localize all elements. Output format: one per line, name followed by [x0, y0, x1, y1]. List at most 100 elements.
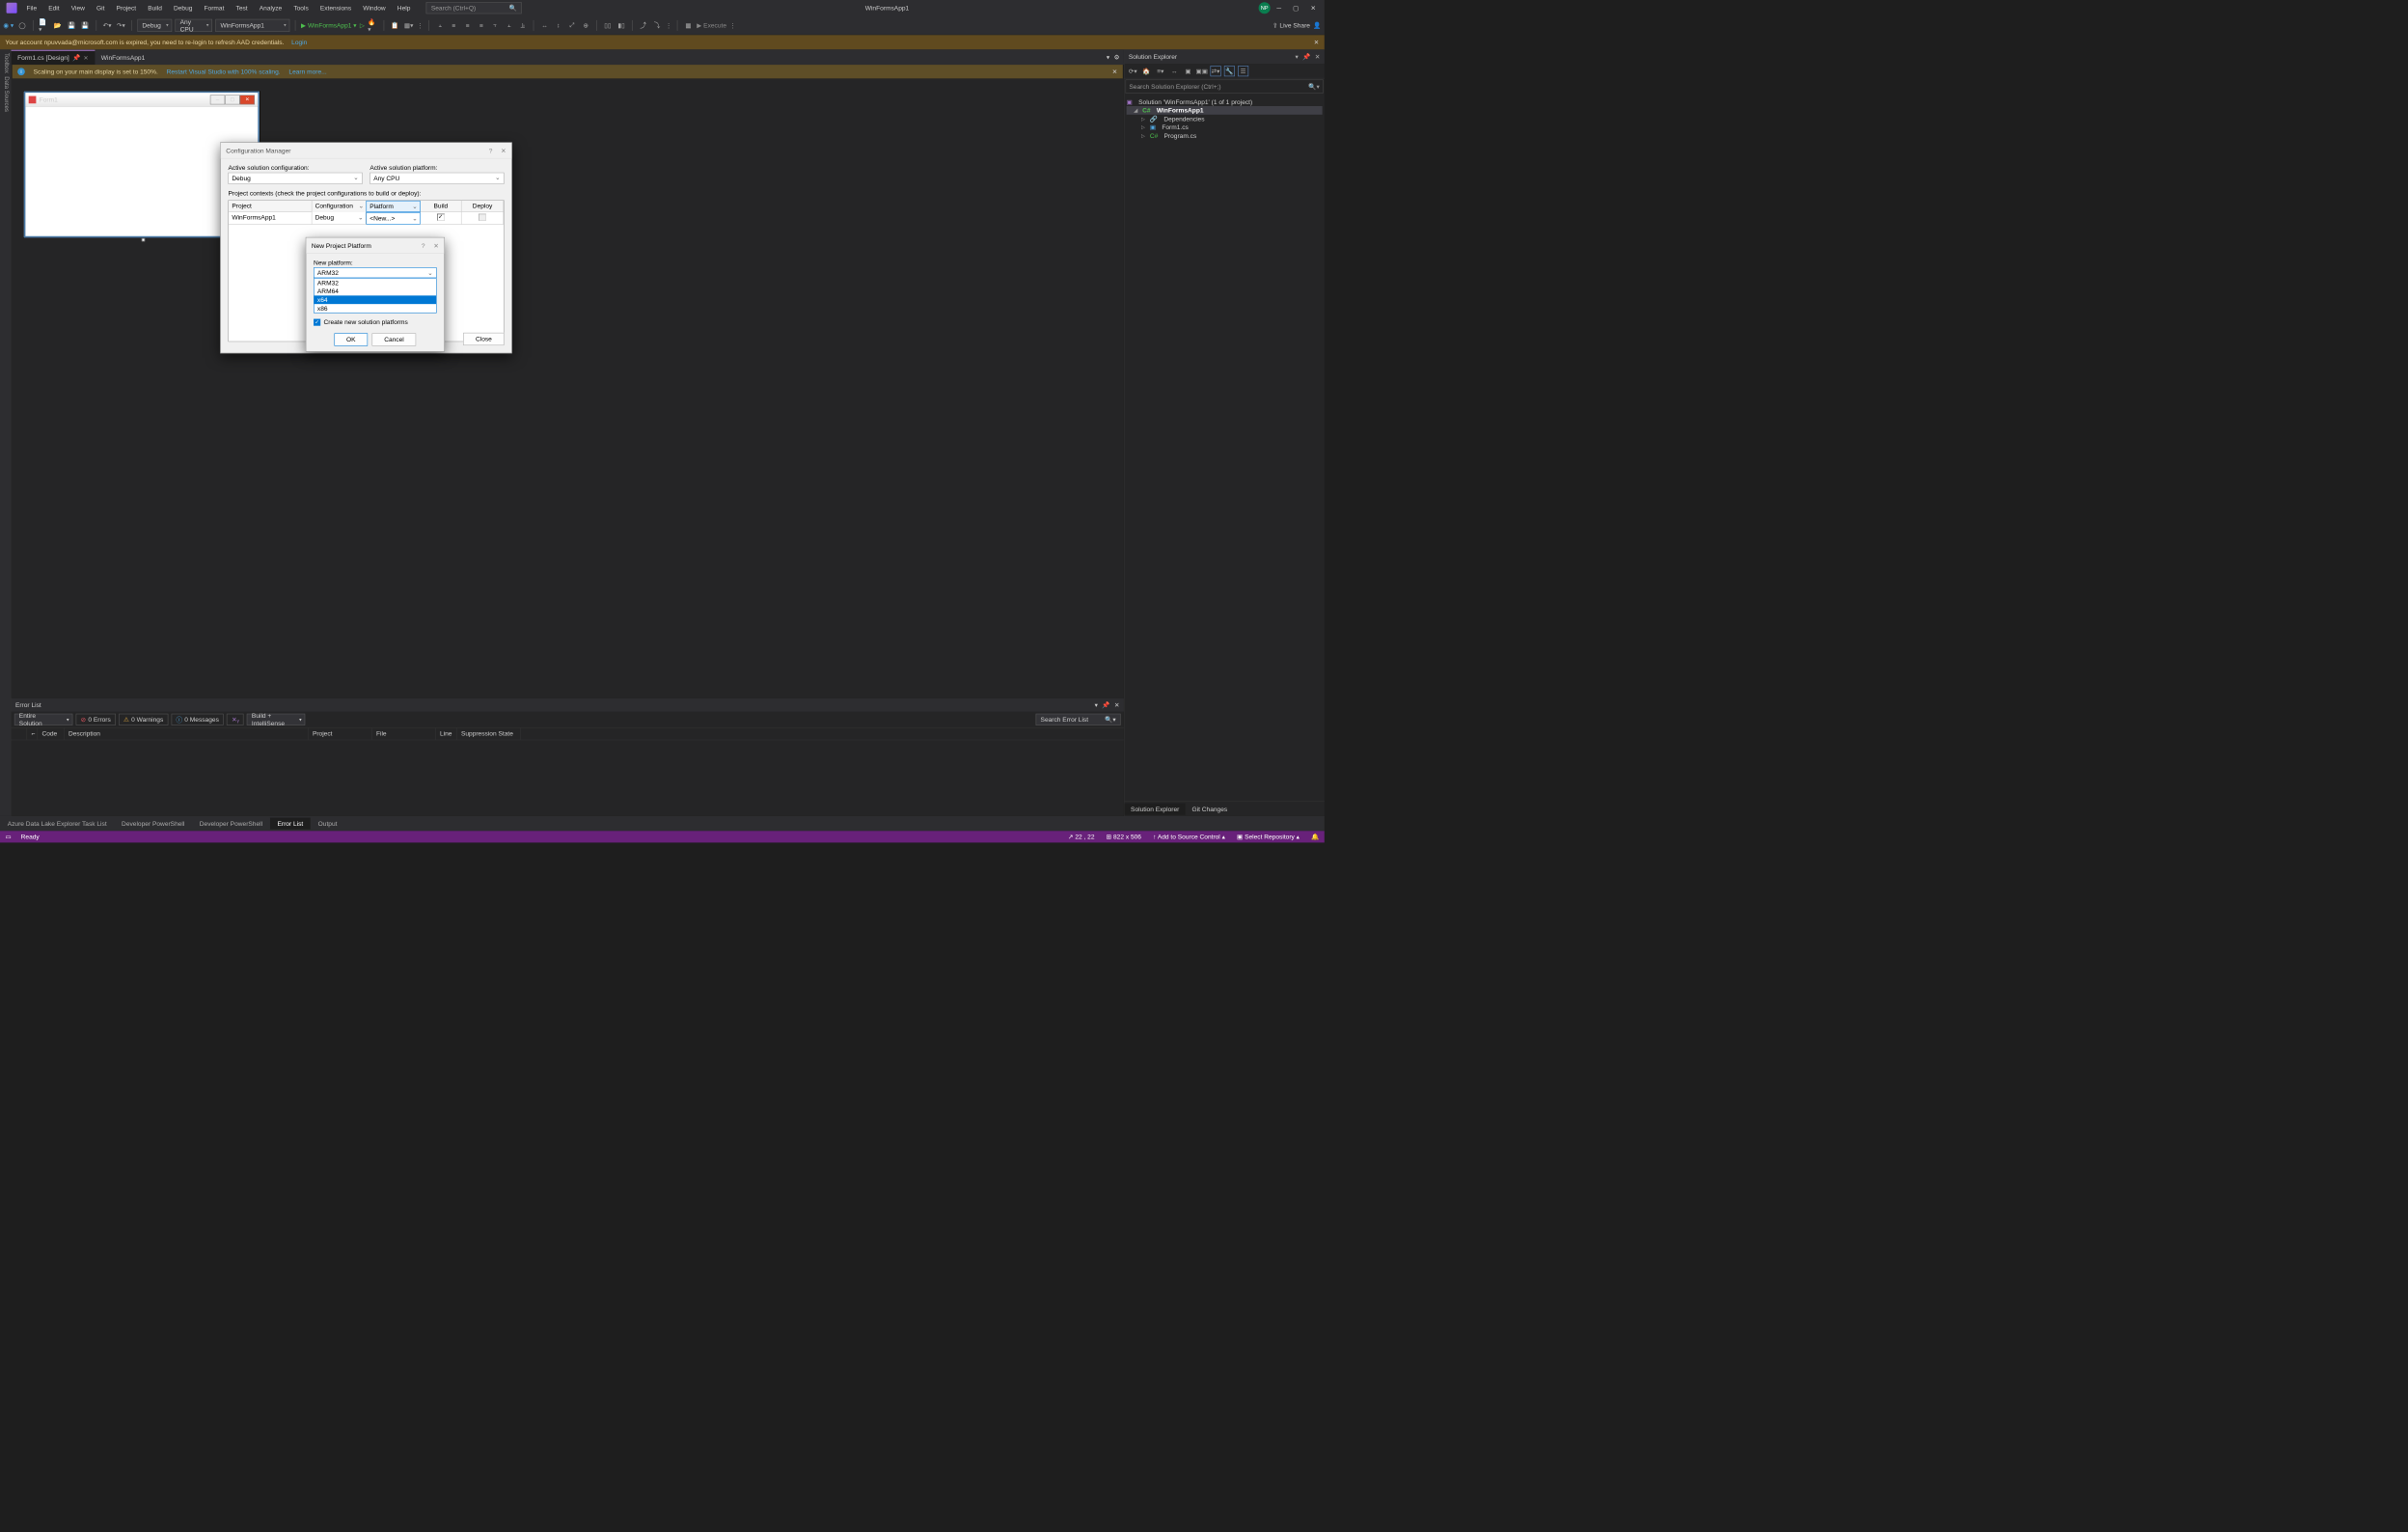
login-link[interactable]: Login [291, 39, 307, 46]
align-right-icon[interactable]: ≡ [476, 20, 486, 31]
panel-close-icon[interactable]: ✕ [1114, 701, 1120, 709]
align-bottom-icon[interactable]: ⫡ [517, 20, 528, 31]
active-files-icon[interactable]: ▾ [1107, 54, 1109, 62]
active-platform-dropdown[interactable]: Any CPU [369, 173, 504, 184]
errors-filter[interactable]: ⊘0 Errors [76, 714, 116, 725]
col-file[interactable]: File [372, 728, 436, 740]
cell-config-dropdown[interactable]: Debug [312, 212, 366, 225]
menu-tools[interactable]: Tools [288, 2, 314, 14]
panel-pin-icon[interactable]: 📌 [1102, 701, 1109, 709]
dialog-close-icon[interactable]: ✕ [501, 147, 506, 154]
align-center-icon[interactable]: ≡ [462, 20, 473, 31]
col-project[interactable]: Project [309, 728, 372, 740]
liveshare-icon[interactable]: ⇪ Live Share [1272, 21, 1310, 29]
show-all-icon[interactable]: ▣ [1183, 66, 1193, 76]
ok-button[interactable]: OK [334, 333, 368, 345]
close-icon[interactable]: ✕ [1310, 4, 1316, 12]
nav-back-icon[interactable]: ◉ ▾ [3, 20, 14, 31]
form1-node[interactable]: ▷▣ Form1.cs [1127, 123, 1323, 132]
align-left-icon[interactable]: ≡ [449, 20, 459, 31]
order-front-icon[interactable]: ▮▯ [616, 20, 627, 31]
settings-icon[interactable]: ⚙ [1114, 54, 1120, 62]
cell-platform-dropdown[interactable]: <New...> [366, 212, 420, 225]
sync-icon[interactable]: ↔ [1169, 66, 1180, 76]
lock-icon[interactable]: ⤵ [652, 20, 663, 31]
new-platform-dropdown[interactable]: ARM32 [314, 267, 437, 278]
menu-file[interactable]: File [21, 2, 42, 14]
sql-icon[interactable]: ▦ [683, 20, 694, 31]
cell-deploy-checkbox[interactable] [462, 212, 504, 225]
tab-order-icon[interactable]: ⤴ [638, 20, 648, 31]
col-platform[interactable]: Platform [366, 201, 420, 212]
save-all-icon[interactable]: 💾 [80, 20, 91, 31]
menu-project[interactable]: Project [111, 2, 142, 14]
align-icon[interactable]: ⫠ [435, 20, 446, 31]
title-search[interactable]: Search (Ctrl+Q) 🔍 [426, 2, 522, 14]
solution-search[interactable]: Search Solution Explorer (Ctrl+;) 🔍▾ [1126, 80, 1324, 94]
col-code[interactable]: Code [38, 728, 65, 740]
select-repo[interactable]: ▣ Select Repository ▴ [1237, 834, 1300, 841]
minimize-icon[interactable]: ─ [1276, 4, 1281, 12]
warnings-filter[interactable]: ⚠0 Warnings [119, 714, 168, 725]
menu-window[interactable]: Window [358, 2, 391, 14]
banner-close-icon[interactable]: ✕ [1314, 39, 1320, 46]
col-icon[interactable] [12, 728, 28, 740]
np-titlebar[interactable]: New Project Platform ? ✕ [306, 237, 444, 253]
tab-solution-explorer[interactable]: Solution Explorer [1124, 803, 1185, 814]
save-icon[interactable]: 💾 [67, 20, 77, 31]
build-intellisense-dropdown[interactable]: Build + IntelliSense [247, 714, 306, 725]
home-icon[interactable]: 🏠 [1141, 66, 1152, 76]
col-marker[interactable]: ⌐ [27, 728, 38, 740]
align-top-icon[interactable]: ⫟ [490, 20, 501, 31]
col-build[interactable]: Build [421, 201, 462, 212]
refresh-icon[interactable]: ⟳▾ [1128, 66, 1138, 76]
toolbox-rail[interactable]: Toolbox Data Sources [0, 50, 12, 816]
menu-test[interactable]: Test [231, 2, 253, 14]
tab-error-list[interactable]: Error List [270, 818, 311, 830]
panel-close-icon[interactable]: ✕ [1315, 53, 1321, 61]
panel-dropdown-icon[interactable]: ▾ [1095, 701, 1098, 709]
menu-build[interactable]: Build [143, 2, 168, 14]
preview-icon[interactable]: ⇄▾ [1211, 66, 1221, 76]
execute-button[interactable]: ▶ Execute [697, 21, 726, 29]
form-designer[interactable]: Form1 ─ ▢ ✕ Configuration Manager ? [12, 78, 1124, 698]
program-node[interactable]: ▷C# Program.cs [1127, 131, 1323, 140]
spacing-v-icon[interactable]: ↕ [553, 20, 563, 31]
option-x86[interactable]: x86 [315, 304, 437, 313]
option-arm64[interactable]: ARM64 [315, 287, 437, 296]
center-icon[interactable]: ⊕ [581, 20, 591, 31]
notifications-icon[interactable]: 🔔 [1311, 834, 1319, 841]
scope-dropdown[interactable]: Entire Solution [14, 714, 73, 725]
menu-format[interactable]: Format [199, 2, 230, 14]
tab-dev-powershell[interactable]: Developer PowerShell [114, 818, 192, 830]
dependencies-node[interactable]: ▷🔗 Dependencies [1127, 115, 1323, 123]
menu-extensions[interactable]: Extensions [315, 2, 356, 14]
menu-git[interactable]: Git [92, 2, 110, 14]
dialog-titlebar[interactable]: Configuration Manager ? ✕ [221, 143, 511, 159]
redo-icon[interactable]: ↷▾ [116, 20, 126, 31]
menu-edit[interactable]: Edit [43, 2, 65, 14]
config-dropdown[interactable]: Debug [137, 19, 172, 32]
learn-more-link[interactable]: Learn more... [288, 68, 326, 75]
maximize-icon[interactable]: ▢ [1293, 4, 1299, 12]
tab-form1-design[interactable]: Form1.cs [Design] 📌 ✕ [12, 50, 96, 65]
col-project[interactable]: Project [229, 201, 312, 212]
tab-close-icon[interactable]: ✕ [84, 54, 89, 61]
pin-icon[interactable]: 📌 [72, 54, 80, 62]
close-button[interactable]: Close [463, 333, 504, 345]
new-item-icon[interactable]: 📄▾ [39, 20, 49, 31]
option-arm32[interactable]: ARM32 [315, 279, 437, 287]
help-icon[interactable]: ? [489, 147, 493, 154]
open-icon[interactable]: 📂 [52, 20, 63, 31]
cancel-button[interactable]: Cancel [372, 333, 417, 345]
properties-icon[interactable]: 🔧 [1224, 66, 1235, 76]
app-icon[interactable]: 📋 [390, 20, 400, 31]
layout-icon[interactable]: ▦▾ [403, 20, 414, 31]
feedback-icon[interactable]: 👤 [1313, 21, 1321, 29]
create-solution-platforms-checkbox[interactable]: ✓ Create new solution platforms [314, 318, 437, 326]
start-debug-button[interactable]: ▶ WinFormsApp1 ▾ [301, 21, 357, 29]
active-config-dropdown[interactable]: Debug [229, 173, 363, 184]
spacing-h-icon[interactable]: ↔ [539, 20, 550, 31]
restart-scaling-link[interactable]: Restart Visual Studio with 100% scaling. [167, 68, 281, 75]
tab-project[interactable]: WinFormsApp1 [95, 50, 151, 65]
